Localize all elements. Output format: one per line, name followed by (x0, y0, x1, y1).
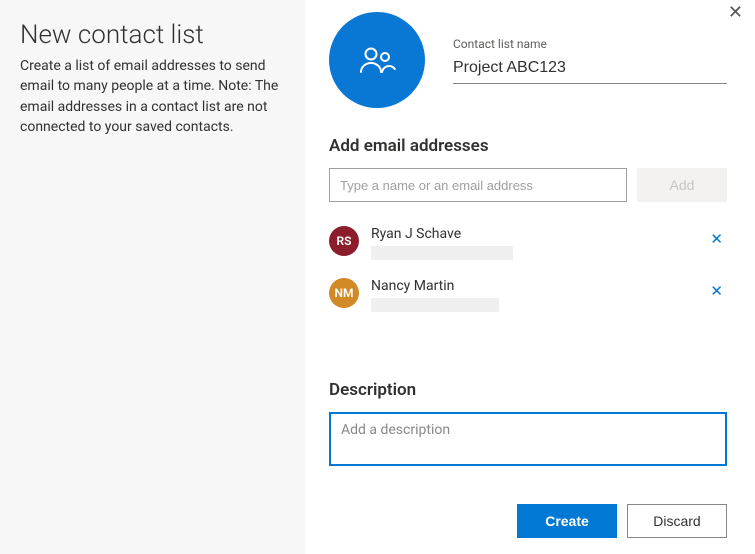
add-email-button[interactable]: Add (637, 168, 727, 202)
contact-list-name-input[interactable] (453, 55, 727, 84)
member-name: Ryan J Schave (371, 226, 706, 243)
remove-member-icon[interactable]: ✕ (706, 278, 727, 300)
add-emails-heading: Add email addresses (329, 136, 727, 156)
member-avatar: RS (329, 226, 359, 256)
create-button[interactable]: Create (517, 504, 617, 538)
email-address-input[interactable] (329, 168, 627, 202)
member-email-redacted (371, 246, 513, 260)
member-avatar: NM (329, 278, 359, 308)
page-title: New contact list (20, 20, 293, 50)
description-input[interactable] (329, 412, 727, 466)
close-icon[interactable]: ✕ (728, 2, 743, 23)
member-row: NM Nancy Martin✕ (329, 272, 727, 324)
member-name: Nancy Martin (371, 278, 706, 295)
member-info: Ryan J Schave (371, 226, 706, 260)
members-list: RSRyan J Schave✕NMNancy Martin✕ (329, 220, 727, 324)
name-field-label: Contact list name (453, 37, 727, 51)
discard-button[interactable]: Discard (627, 504, 727, 538)
member-info: Nancy Martin (371, 278, 706, 312)
form-panel: Contact list name Add email addresses Ad… (305, 0, 755, 554)
description-heading: Description (329, 380, 727, 400)
member-row: RS Ryan J Schave✕ (329, 220, 727, 272)
contact-list-avatar-icon (329, 12, 425, 108)
info-panel: New contact list Create a list of email … (0, 0, 305, 554)
page-description: Create a list of email addresses to send… (20, 56, 290, 137)
remove-member-icon[interactable]: ✕ (706, 226, 727, 248)
member-email-redacted (371, 298, 499, 312)
